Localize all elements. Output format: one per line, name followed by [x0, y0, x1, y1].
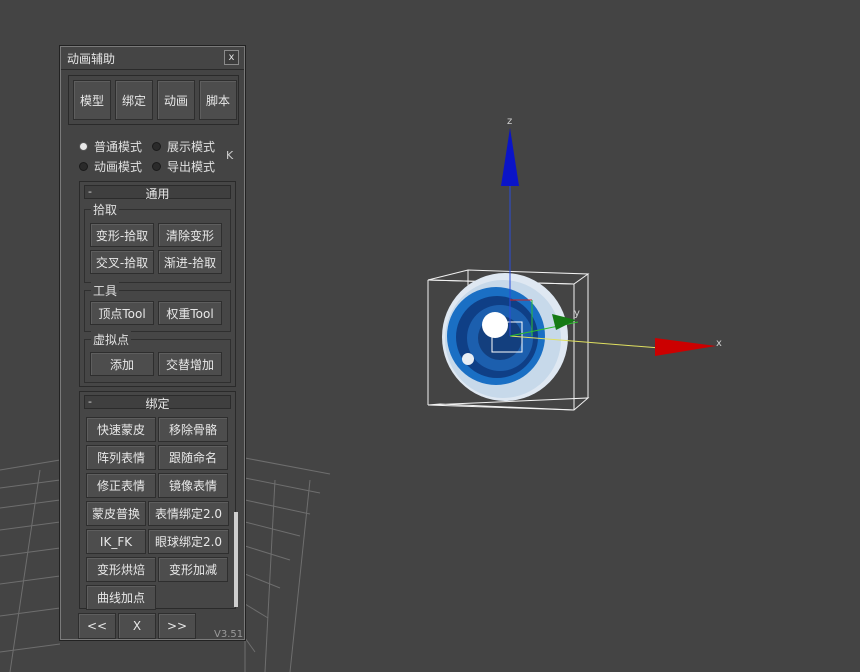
radio-animation-mode[interactable]: 动画模式 [79, 158, 142, 175]
radio-label: 展示模式 [167, 140, 216, 154]
rollout-general-header[interactable]: - 通用 [84, 185, 231, 201]
prev-button[interactable]: << [78, 613, 116, 639]
remove-bones-button[interactable]: 移除骨骼 [158, 417, 228, 442]
morph-pick-button[interactable]: 变形-拾取 [90, 223, 154, 247]
group-virtual-point: 虚拟点 添加 交替增加 [84, 331, 231, 383]
array-expression-button[interactable]: 阵列表情 [86, 445, 156, 470]
tab-script-button[interactable]: 脚本 [199, 80, 237, 120]
ik-fk-button[interactable]: IK_FK [86, 529, 146, 554]
radio-display-mode[interactable]: 展示模式 [152, 138, 215, 155]
curve-add-point-button[interactable]: 曲线加点 [86, 585, 156, 610]
clear-morph-button[interactable]: 清除变形 [158, 223, 222, 247]
tab-model-button[interactable]: 模型 [73, 80, 111, 120]
expression-rig-2-button[interactable]: 表情绑定2.0 [148, 501, 229, 526]
z-axis-arrow-icon [501, 128, 519, 186]
morph-add-subtract-button[interactable]: 变形加减 [158, 557, 228, 582]
next-button[interactable]: >> [158, 613, 196, 639]
footer-close-button[interactable]: X [118, 613, 156, 639]
z-axis-label: z [507, 116, 512, 127]
group-label: 工具 [91, 282, 120, 299]
tab-rig-button[interactable]: 绑定 [115, 80, 153, 120]
radio-label: 导出模式 [167, 160, 216, 174]
radio-label: 动画模式 [94, 160, 143, 174]
weight-tool-button[interactable]: 权重Tool [158, 301, 222, 325]
fix-expression-button[interactable]: 修正表情 [86, 473, 156, 498]
alternate-add-button[interactable]: 交替增加 [158, 352, 222, 376]
group-pick: 拾取 变形-拾取 清除变形 交叉-拾取 渐进-拾取 [84, 201, 231, 283]
radio-selected-icon [79, 142, 88, 151]
quick-skin-button[interactable]: 快速蒙皮 [86, 417, 156, 442]
animation-helper-panel: 动画辅助 x 模型 绑定 动画 脚本 普通模式 展示模式 动画模式 导出模式 K… [60, 46, 245, 640]
cross-pick-button[interactable]: 交叉-拾取 [90, 250, 154, 274]
add-point-button[interactable]: 添加 [90, 352, 154, 376]
panel-scrollbar[interactable] [234, 512, 238, 607]
top-tab-bar: 模型 绑定 动画 脚本 [68, 75, 239, 125]
radio-export-mode[interactable]: 导出模式 [152, 158, 215, 175]
rollout-rig: - 绑定 快速蒙皮 移除骨骼 阵列表情 跟随命名 修正表情 镜像表情 蒙皮普换 … [79, 391, 236, 610]
x-axis-label: x [716, 338, 722, 349]
mirror-expression-button[interactable]: 镜像表情 [158, 473, 228, 498]
panel-title: 动画辅助 [67, 52, 116, 66]
y-axis-label: y [574, 308, 580, 319]
skin-replace-button[interactable]: 蒙皮普换 [86, 501, 146, 526]
group-label: 拾取 [91, 201, 120, 218]
rollout-general: - 通用 拾取 变形-拾取 清除变形 交叉-拾取 渐进-拾取 工具 顶点Tool… [79, 181, 236, 387]
progressive-pick-button[interactable]: 渐进-拾取 [158, 250, 222, 274]
vertex-tool-button[interactable]: 顶点Tool [90, 301, 154, 325]
rollout-title: 绑定 [145, 397, 170, 411]
group-tools: 工具 顶点Tool 权重Tool [84, 282, 231, 332]
follow-naming-button[interactable]: 跟随命名 [158, 445, 228, 470]
radio-unselected-icon [152, 162, 161, 171]
tab-animation-button[interactable]: 动画 [157, 80, 195, 120]
group-label: 虚拟点 [91, 331, 132, 348]
eyeball-rig-2-button[interactable]: 眼球绑定2.0 [148, 529, 229, 554]
radio-label: 普通模式 [94, 140, 143, 154]
rollout-title: 通用 [145, 187, 170, 201]
radio-normal-mode[interactable]: 普通模式 [79, 138, 142, 155]
version-label: V3.51 [214, 629, 244, 640]
panel-titlebar[interactable]: 动画辅助 x [61, 47, 244, 70]
panel-close-button[interactable]: x [224, 50, 239, 65]
radio-unselected-icon [152, 142, 161, 151]
x-axis-arrow-icon [655, 338, 716, 356]
k-button[interactable]: K [226, 149, 233, 162]
rollout-rig-header[interactable]: - 绑定 [84, 395, 231, 411]
radio-unselected-icon [79, 162, 88, 171]
morph-bake-button[interactable]: 变形烘焙 [86, 557, 156, 582]
eyeball-mesh[interactable] [442, 273, 568, 401]
